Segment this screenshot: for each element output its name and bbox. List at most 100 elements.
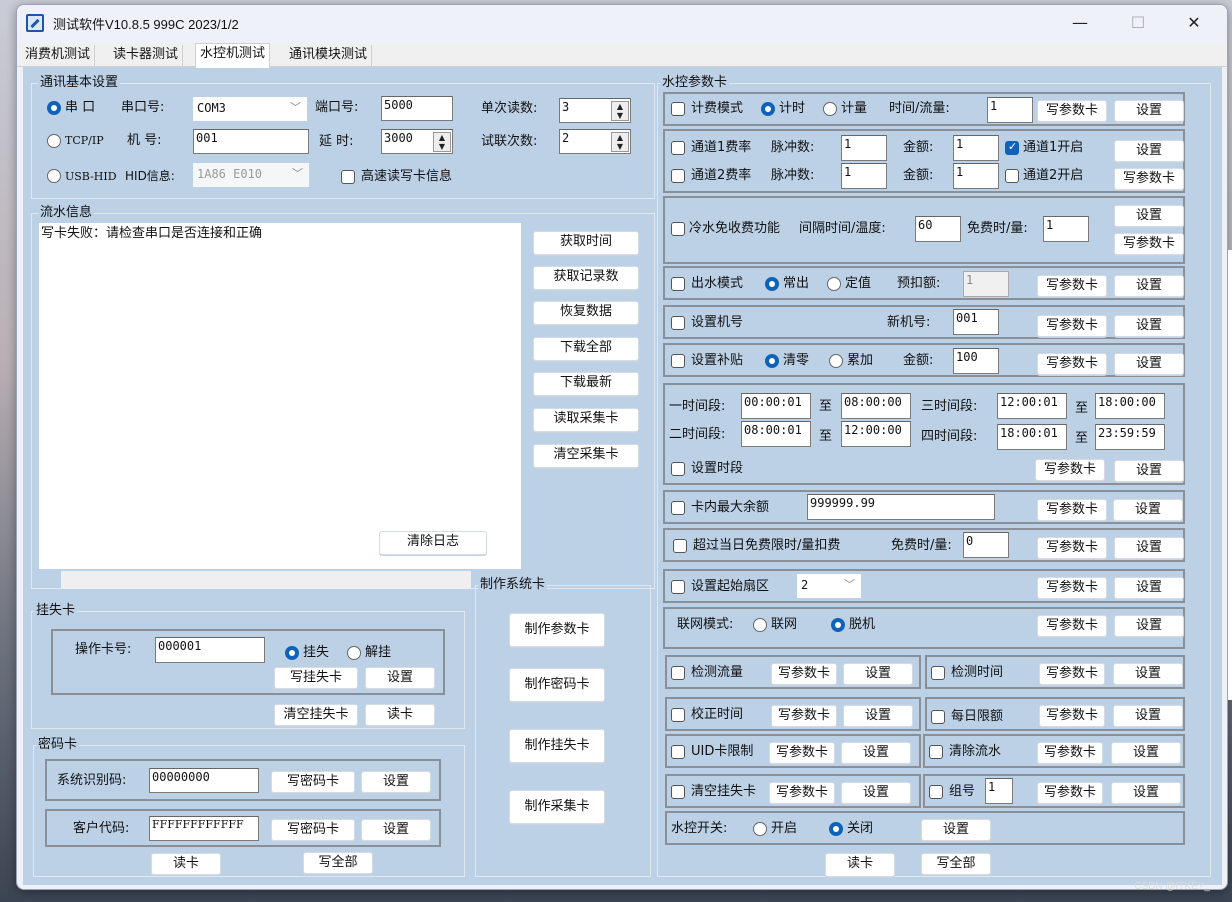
param-read-card-button[interactable]: 读卡: [825, 853, 895, 877]
customer-code-input[interactable]: FFFFFFFFFFFF: [149, 816, 259, 841]
tab-comm-module-test[interactable]: 通讯模块测试: [285, 45, 373, 67]
over-free-amount-input[interactable]: 0: [963, 532, 1009, 558]
start-sector-select[interactable]: 2 ﹀: [797, 574, 861, 598]
over-free-write-button[interactable]: 写参数卡: [1037, 537, 1107, 559]
ch2-enable-checkbox[interactable]: [1005, 169, 1019, 183]
outflow-checkbox[interactable]: [671, 277, 685, 291]
clear-flow-set-button[interactable]: 设置: [1111, 742, 1181, 764]
daily-limit-write-button[interactable]: 写参数卡: [1039, 705, 1105, 727]
unloss-radio[interactable]: [347, 646, 361, 660]
clear-log-button[interactable]: 清除日志: [379, 531, 487, 555]
water-switch-set-button[interactable]: 设置: [921, 819, 991, 841]
billing-time-radio[interactable]: [761, 102, 775, 116]
usb-hid-radio[interactable]: [47, 169, 61, 183]
network-set-button[interactable]: 设置: [1114, 615, 1184, 637]
write-loss-card-button[interactable]: 写挂失卡: [274, 667, 358, 689]
group-no-write-button[interactable]: 写参数卡: [1037, 782, 1103, 804]
outflow-normal-radio[interactable]: [765, 277, 779, 291]
detect-flow-checkbox[interactable]: [671, 666, 685, 680]
sys-id-set-button[interactable]: 设置: [361, 771, 431, 793]
customer-set-button[interactable]: 设置: [361, 819, 431, 841]
billing-set-button[interactable]: 设置: [1114, 100, 1184, 122]
subsidy-add-radio[interactable]: [829, 354, 843, 368]
tab-reader-test[interactable]: 读卡器测试: [109, 45, 184, 67]
network-offline-radio[interactable]: [831, 618, 845, 632]
cold-free-input[interactable]: 1: [1043, 216, 1089, 242]
delay-spinner[interactable]: ▲ ▼: [433, 132, 451, 152]
start-sector-set-button[interactable]: 设置: [1114, 577, 1184, 599]
serial-radio[interactable]: [47, 101, 61, 115]
password-read-card-button[interactable]: 读卡: [151, 853, 221, 875]
card-no-input[interactable]: 000001: [155, 637, 265, 663]
uid-limit-write-button[interactable]: 写参数卡: [769, 742, 835, 764]
loss-radio[interactable]: [285, 646, 299, 660]
billing-volume-radio[interactable]: [823, 102, 837, 116]
clear-flow-checkbox[interactable]: [929, 745, 943, 759]
over-free-checkbox[interactable]: [673, 539, 687, 553]
make-loss-card-button[interactable]: 制作挂失卡: [509, 729, 605, 763]
start-sector-checkbox[interactable]: [671, 580, 685, 594]
calibrate-set-button[interactable]: 设置: [843, 705, 913, 727]
log-hscrollbar[interactable]: [61, 571, 471, 589]
ch1-rate-checkbox[interactable]: [671, 141, 685, 155]
period4-to-input[interactable]: 23:59:59: [1095, 424, 1165, 450]
prededuct-input[interactable]: 1: [963, 271, 1009, 297]
make-password-card-button[interactable]: 制作密码卡: [509, 668, 605, 702]
billing-checkbox[interactable]: [671, 102, 685, 116]
outflow-write-button[interactable]: 写参数卡: [1037, 275, 1107, 297]
group-no-input[interactable]: 1: [985, 778, 1013, 804]
period2-to-input[interactable]: 12:00:00: [841, 421, 911, 447]
detect-time-checkbox[interactable]: [931, 666, 945, 680]
cold-water-write-button[interactable]: 写参数卡: [1114, 233, 1184, 255]
new-machine-no-input[interactable]: 001: [953, 309, 999, 335]
get-record-count-button[interactable]: 获取记录数: [533, 266, 639, 290]
port-input[interactable]: 5000: [381, 96, 453, 121]
machine-no-checkbox[interactable]: [671, 316, 685, 330]
machine-no-write-button[interactable]: 写参数卡: [1037, 315, 1107, 337]
group-no-checkbox[interactable]: [929, 785, 943, 799]
cold-water-set-button[interactable]: 设置: [1114, 205, 1184, 227]
detect-time-write-button[interactable]: 写参数卡: [1039, 663, 1105, 685]
calibrate-write-button[interactable]: 写参数卡: [771, 705, 837, 727]
detect-flow-set-button[interactable]: 设置: [843, 663, 913, 685]
ch1-pulse-input[interactable]: 1: [841, 135, 887, 161]
clear-flow-write-button[interactable]: 写参数卡: [1037, 742, 1103, 764]
period1-from-input[interactable]: 00:00:01: [741, 393, 811, 419]
maximize-button[interactable]: ☐: [1115, 9, 1161, 37]
network-write-button[interactable]: 写参数卡: [1037, 615, 1107, 637]
cold-water-checkbox[interactable]: [671, 222, 685, 236]
clear-loss-card-button[interactable]: 清空挂失卡: [274, 704, 358, 726]
outflow-set-button[interactable]: 设置: [1114, 275, 1184, 297]
ch2-rate-checkbox[interactable]: [671, 169, 685, 183]
network-online-radio[interactable]: [753, 618, 767, 632]
uid-limit-checkbox[interactable]: [671, 745, 685, 759]
tcp-radio[interactable]: [47, 134, 61, 148]
max-balance-checkbox[interactable]: [671, 501, 685, 515]
subsidy-checkbox[interactable]: [671, 354, 685, 368]
water-switch-off-radio[interactable]: [829, 822, 843, 836]
loss-set-button[interactable]: 设置: [365, 667, 435, 689]
detect-flow-write-button[interactable]: 写参数卡: [771, 663, 837, 685]
period3-from-input[interactable]: 12:00:01: [997, 393, 1067, 419]
read-collect-card-button[interactable]: 读取采集卡: [533, 408, 639, 432]
periods-set-button[interactable]: 设置: [1114, 460, 1184, 482]
over-free-set-button[interactable]: 设置: [1114, 537, 1184, 559]
subsidy-set-button[interactable]: 设置: [1114, 353, 1184, 375]
clear-loss-set-button[interactable]: 设置: [841, 782, 911, 804]
retry-spinner[interactable]: ▲ ▼: [611, 132, 629, 152]
set-periods-checkbox[interactable]: [671, 462, 685, 476]
outflow-fixed-radio[interactable]: [827, 277, 841, 291]
make-collect-card-button[interactable]: 制作采集卡: [509, 790, 605, 824]
machine-no-set-button[interactable]: 设置: [1114, 315, 1184, 337]
sys-id-input[interactable]: 00000000: [149, 768, 259, 793]
subsidy-clear-radio[interactable]: [765, 354, 779, 368]
param-write-all-button[interactable]: 写全部: [921, 853, 991, 875]
channel-write-button[interactable]: 写参数卡: [1114, 168, 1184, 190]
period1-to-input[interactable]: 08:00:00: [841, 393, 911, 419]
log-textarea[interactable]: 写卡失败：请检查串口是否连接和正确 清除日志: [39, 223, 521, 569]
password-write-all-button[interactable]: 写全部: [303, 852, 373, 874]
tab-consumer-test[interactable]: 消费机测试: [21, 45, 96, 67]
detect-time-set-button[interactable]: 设置: [1113, 663, 1183, 685]
billing-amount-input[interactable]: 1: [987, 97, 1033, 123]
fast-rw-checkbox[interactable]: [341, 170, 355, 184]
